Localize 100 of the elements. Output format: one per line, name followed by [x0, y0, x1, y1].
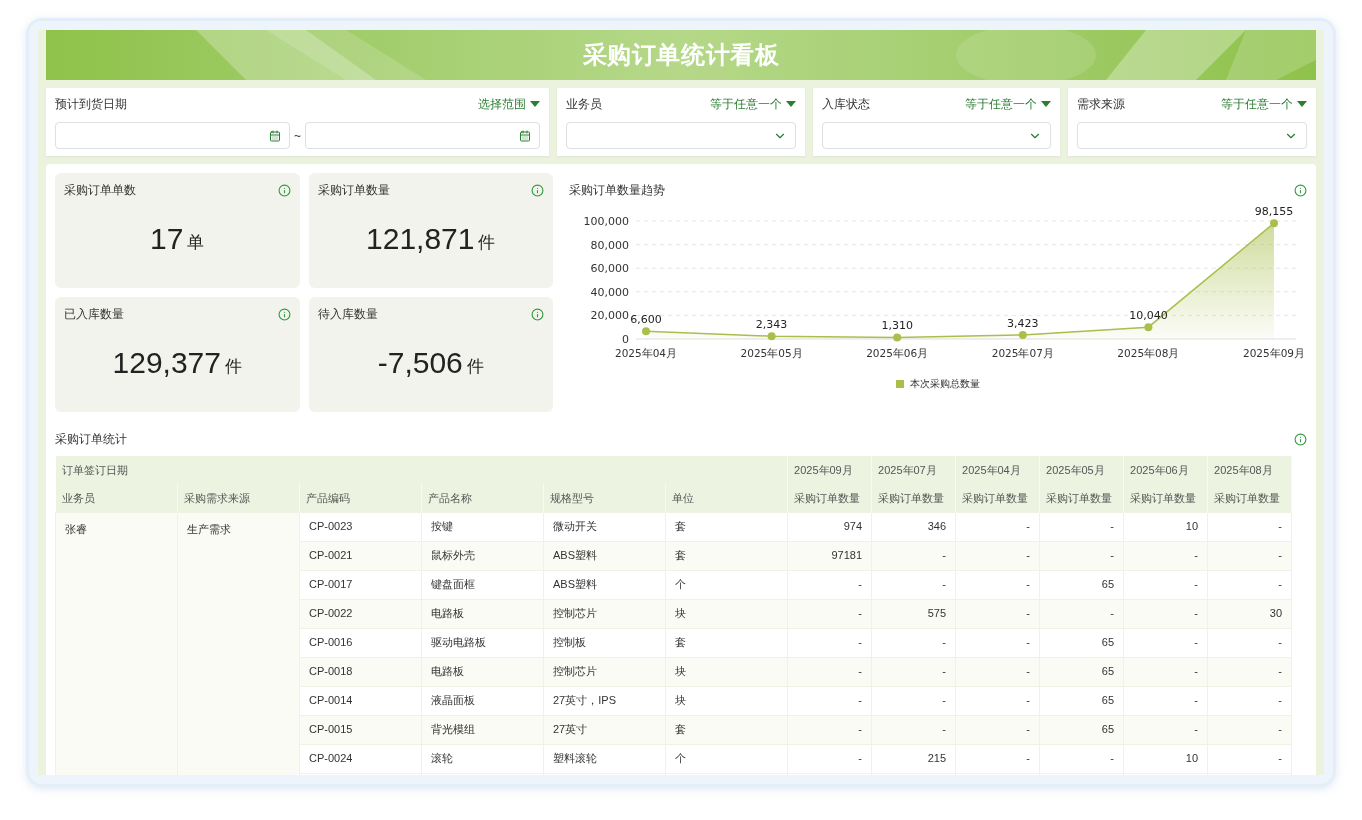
- table-cell: -: [1039, 599, 1124, 628]
- info-icon[interactable]: [531, 307, 544, 321]
- table-cell: -: [871, 628, 956, 657]
- filter-mode-dropdown[interactable]: 选择范围: [478, 95, 540, 113]
- table-cell: -: [955, 541, 1040, 570]
- table-cell: ABS塑料: [543, 541, 666, 570]
- table-cell: -: [1207, 570, 1292, 599]
- x-axis-label: 2025年05月: [740, 347, 803, 359]
- select-field[interactable]: [1077, 122, 1307, 149]
- table-cell: CP-0022: [299, 599, 422, 628]
- table-cell: CP-0016: [299, 628, 422, 657]
- filter-mode-dropdown[interactable]: 等于任意一个: [965, 95, 1052, 113]
- table-cell: 10: [1123, 744, 1208, 773]
- table-cell: -: [871, 686, 956, 715]
- start-date-field[interactable]: [55, 122, 290, 149]
- table-cell: 65: [1039, 570, 1124, 599]
- table-cell: CP-0024: [299, 744, 422, 773]
- info-icon[interactable]: [1294, 432, 1307, 446]
- header-cell: 2025年08月: [1207, 456, 1292, 484]
- table-title: 采购订单统计: [55, 431, 127, 448]
- table-cell: 控制芯片: [543, 657, 666, 686]
- table-cell: -: [955, 657, 1040, 686]
- kpi-value: -7,506: [377, 347, 463, 378]
- table-cell: 塑料滚轮: [543, 744, 666, 773]
- y-axis-label: 80,000: [590, 238, 629, 252]
- caret-icon: [1041, 100, 1052, 108]
- table-cell: 套: [665, 512, 788, 541]
- table-cell: -: [787, 570, 872, 599]
- x-axis-label: 2025年09月: [1242, 347, 1305, 359]
- table-cell: 微动开关: [543, 512, 666, 541]
- header-cell: 2025年06月: [1123, 456, 1208, 484]
- filter-label: 预计到货日期: [55, 96, 127, 113]
- range-separator: ~: [294, 127, 301, 145]
- header-cell: 业务员: [55, 484, 178, 512]
- table-cell: 套: [665, 628, 788, 657]
- table-cell: -: [1207, 512, 1292, 541]
- kpi-label: 采购订单单数: [64, 182, 136, 199]
- table-cell: -: [787, 686, 872, 715]
- caret-icon: [785, 100, 796, 108]
- table-cell: ABS塑料: [543, 570, 666, 599]
- info-icon[interactable]: [531, 183, 544, 197]
- table-cell: 滚轮: [421, 744, 544, 773]
- header-cell: 采购订单数量: [871, 484, 956, 512]
- table-cell: -: [955, 599, 1040, 628]
- table-cell: 生产需求: [177, 512, 300, 775]
- table-cell: 键盘面框: [421, 570, 544, 599]
- end-date-field[interactable]: [305, 122, 540, 149]
- header-cell: 2025年07月: [871, 456, 956, 484]
- table-cell: 驱动电路板: [421, 628, 544, 657]
- header-cell: 订单签订日期: [55, 456, 788, 484]
- info-icon[interactable]: [1294, 183, 1307, 197]
- table-cell: 块: [665, 599, 788, 628]
- data-point: [1269, 219, 1278, 228]
- table-cell: CP-0021: [299, 541, 422, 570]
- table-cell: 块: [665, 657, 788, 686]
- table-cell: -: [1123, 570, 1208, 599]
- kpi-label: 已入库数量: [64, 306, 124, 323]
- table-cell: 块: [665, 686, 788, 715]
- table-cell: -: [1123, 541, 1208, 570]
- x-axis-label: 2025年08月: [1116, 347, 1179, 359]
- info-icon[interactable]: [277, 183, 291, 197]
- table-cell: 65: [1039, 715, 1124, 744]
- table-cell: CP-0015: [299, 715, 422, 744]
- table-cell: CP-0017: [299, 570, 422, 599]
- select-field[interactable]: [821, 122, 1052, 149]
- table-cell: -: [787, 657, 872, 686]
- value-label: 98,155: [1254, 205, 1293, 219]
- table-cell: -: [1039, 512, 1124, 541]
- table-cell: 套: [665, 715, 788, 744]
- table-cell: -: [787, 628, 872, 657]
- header-cell: 2025年09月: [787, 456, 872, 484]
- table-cell: 215: [871, 744, 956, 773]
- header-cell: 采购订单数量: [1039, 484, 1124, 512]
- table-cell: 电路板: [421, 599, 544, 628]
- data-point: [1143, 323, 1152, 332]
- header-cell: 2025年05月: [1039, 456, 1124, 484]
- table-cell: -: [955, 715, 1040, 744]
- filter-mode-dropdown[interactable]: 等于任意一个: [709, 95, 796, 113]
- calendar-icon: [269, 129, 281, 142]
- filter-label: 入库状态: [821, 96, 870, 113]
- filter-label: 业务员: [566, 96, 602, 113]
- calendar-icon: [519, 129, 531, 142]
- data-point: [767, 332, 776, 341]
- table-cell: -: [1123, 715, 1208, 744]
- kpi-unit: 件: [466, 355, 484, 378]
- legend-label: 本次采购总数量: [910, 377, 980, 391]
- data-point: [641, 327, 650, 336]
- data-point: [892, 333, 901, 342]
- table-cell: 个: [665, 570, 788, 599]
- value-label: 6,600: [629, 313, 662, 327]
- table-cell: 65: [1039, 686, 1124, 715]
- table-cell: 10: [1123, 512, 1208, 541]
- table-cell: -: [1207, 715, 1292, 744]
- table-cell: -: [955, 628, 1040, 657]
- filter-mode-dropdown[interactable]: 等于任意一个: [1221, 95, 1307, 113]
- info-icon[interactable]: [277, 307, 291, 321]
- table-cell: -: [1207, 628, 1292, 657]
- x-axis-label: 2025年07月: [991, 347, 1054, 359]
- select-field[interactable]: [566, 122, 796, 149]
- y-axis-label: 20,000: [590, 309, 629, 323]
